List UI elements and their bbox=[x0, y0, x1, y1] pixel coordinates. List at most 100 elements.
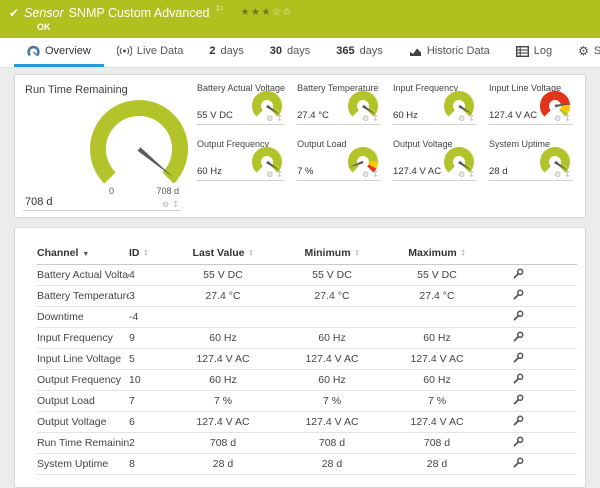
channel-settings-button[interactable] bbox=[483, 454, 553, 475]
star-icon[interactable]: ☆ bbox=[272, 7, 282, 18]
cell-id: 9 bbox=[129, 328, 173, 349]
table-row-output-load: Output Load77 %7 %7 % bbox=[37, 391, 577, 412]
gear-icon[interactable]: ⚙ bbox=[162, 201, 169, 209]
column-header-channel[interactable]: Channel▼ bbox=[37, 244, 129, 265]
cell-channel[interactable]: Output Load bbox=[37, 391, 129, 412]
channel-settings-button[interactable] bbox=[483, 370, 553, 391]
gear-icon[interactable]: ⚙ bbox=[554, 115, 561, 123]
cell-channel[interactable]: Downtime bbox=[37, 307, 129, 328]
gauge-tile-run-time-remaining[interactable]: Run Time Remaining 0 708 d x 708 d ⚙↧ bbox=[23, 81, 181, 211]
gear-icon[interactable]: ⚙ bbox=[362, 115, 369, 123]
channel-settings-button[interactable] bbox=[483, 265, 553, 286]
cell-last-value: 28 d bbox=[173, 454, 273, 475]
gauge-tile-battery-actual-voltage[interactable]: Battery Actual Voltage55 V DC⚙↧ bbox=[197, 81, 285, 125]
tab-live-data[interactable]: Live Data bbox=[104, 38, 196, 67]
gear-icon[interactable]: ⚙ bbox=[554, 171, 561, 179]
gear-icon[interactable]: ⚙ bbox=[362, 171, 369, 179]
tab-label: Overview bbox=[45, 45, 91, 57]
sensor-header: ✔ Sensor SNMP Custom Advanced ⚐ ★★★☆☆ OK bbox=[0, 0, 600, 38]
pin-icon[interactable]: ↧ bbox=[276, 115, 283, 123]
gauge-mini-actions: ⚙↧ bbox=[266, 171, 283, 179]
tab-log[interactable]: Log bbox=[503, 38, 565, 67]
channel-settings-button[interactable] bbox=[483, 349, 553, 370]
cell-filler bbox=[553, 370, 577, 391]
gauge-tile-output-voltage[interactable]: Output Voltage127.4 V AC⚙↧ bbox=[393, 137, 477, 181]
page-title: SNMP Custom Advanced bbox=[69, 6, 210, 20]
sort-icon: ▲▼ bbox=[461, 249, 466, 257]
column-header-id[interactable]: ID▲▼ bbox=[129, 244, 173, 265]
tab-number: 2 bbox=[209, 45, 215, 57]
cell-channel[interactable]: Input Line Voltage bbox=[37, 349, 129, 370]
cell-maximum: 127.4 V AC bbox=[391, 412, 483, 433]
gauge-mini-actions: ⚙↧ bbox=[362, 115, 379, 123]
gear-icon[interactable]: ⚙ bbox=[266, 171, 273, 179]
pin-icon[interactable]: ↧ bbox=[172, 201, 179, 209]
star-icon[interactable]: ☆ bbox=[282, 7, 292, 18]
channel-settings-button[interactable] bbox=[483, 307, 553, 328]
cell-channel[interactable]: Output Voltage bbox=[37, 412, 129, 433]
settings-icon: ⚙ bbox=[578, 45, 589, 57]
gauge-tile-output-load[interactable]: Output Load7 %⚙↧ bbox=[297, 137, 381, 181]
gauge-value: 127.4 V AC bbox=[393, 166, 441, 177]
gauge-tile-input-line-voltage[interactable]: Input Line Voltage127.4 V AC⚙↧ bbox=[489, 81, 573, 125]
gauge-tile-battery-temperature[interactable]: Battery Temperature27.4 °C⚙↧ bbox=[297, 81, 381, 125]
star-icon[interactable]: ★ bbox=[251, 7, 261, 18]
cell-channel[interactable]: Battery Actual Voltage bbox=[37, 265, 129, 286]
cell-channel[interactable]: Input Frequency bbox=[37, 328, 129, 349]
tab-historic-data[interactable]: Historic Data bbox=[396, 38, 503, 67]
cell-maximum: 60 Hz bbox=[391, 370, 483, 391]
cell-minimum: 127.4 V AC bbox=[273, 349, 391, 370]
pin-icon[interactable]: ↧ bbox=[564, 115, 571, 123]
tab-365-days[interactable]: 365days bbox=[323, 38, 396, 67]
pin-icon[interactable]: ↧ bbox=[468, 171, 475, 179]
tab-overview[interactable]: Overview bbox=[14, 38, 104, 67]
star-icon[interactable]: ★ bbox=[262, 7, 272, 18]
column-header-actions bbox=[483, 244, 553, 265]
flag-icon[interactable]: ⚐ bbox=[215, 4, 223, 15]
table-row-run-time-remaining: Run Time Remaining2708 d708 d708 d bbox=[37, 433, 577, 454]
cell-minimum: 55 V DC bbox=[273, 265, 391, 286]
column-header-minimum[interactable]: Minimum▲▼ bbox=[273, 244, 391, 265]
tab-settings[interactable]: ⚙Settings bbox=[565, 38, 600, 67]
gauge-mini-actions: ⚙↧ bbox=[458, 171, 475, 179]
cell-channel[interactable]: System Uptime bbox=[37, 454, 129, 475]
channel-settings-button[interactable] bbox=[483, 286, 553, 307]
gauge-mini-actions: ⚙↧ bbox=[458, 115, 475, 123]
pin-icon[interactable]: ↧ bbox=[372, 115, 379, 123]
pin-icon[interactable]: ↧ bbox=[564, 171, 571, 179]
cell-last-value: 127.4 V AC bbox=[173, 412, 273, 433]
channel-settings-button[interactable] bbox=[483, 412, 553, 433]
cell-maximum bbox=[391, 307, 483, 328]
gauge-tile-output-frequency[interactable]: Output Frequency60 Hz⚙↧ bbox=[197, 137, 285, 181]
cell-channel[interactable]: Output Frequency bbox=[37, 370, 129, 391]
pin-icon[interactable]: ↧ bbox=[372, 171, 379, 179]
gauge-mini-actions: ⚙↧ bbox=[554, 171, 571, 179]
cell-last-value: 27.4 °C bbox=[173, 286, 273, 307]
gauge-value: 27.4 °C bbox=[297, 110, 329, 121]
chart-icon bbox=[409, 46, 422, 57]
object-kind-label: Sensor bbox=[24, 6, 64, 20]
gauge-tile-input-frequency[interactable]: Input Frequency60 Hz⚙↧ bbox=[393, 81, 477, 125]
gauge-value: 60 Hz bbox=[197, 166, 222, 177]
pin-icon[interactable]: ↧ bbox=[468, 115, 475, 123]
tab-2-days[interactable]: 2days bbox=[196, 38, 256, 67]
gear-icon[interactable]: ⚙ bbox=[458, 115, 465, 123]
cell-last-value: 7 % bbox=[173, 391, 273, 412]
star-icon[interactable]: ★ bbox=[241, 7, 251, 18]
cell-channel[interactable]: Battery Temperature bbox=[37, 286, 129, 307]
gear-icon[interactable]: ⚙ bbox=[458, 171, 465, 179]
gear-icon[interactable]: ⚙ bbox=[266, 115, 273, 123]
pin-icon[interactable]: ↧ bbox=[276, 171, 283, 179]
tab-label: days bbox=[287, 45, 310, 57]
priority-stars[interactable]: ★★★☆☆ bbox=[241, 8, 293, 18]
cell-channel[interactable]: Run Time Remaining bbox=[37, 433, 129, 454]
gauge-tile-system-uptime[interactable]: System Uptime28 d⚙↧ bbox=[489, 137, 573, 181]
channel-settings-button[interactable] bbox=[483, 433, 553, 454]
cell-filler bbox=[553, 391, 577, 412]
column-header-last-value[interactable]: Last Value▲▼ bbox=[173, 244, 273, 265]
channel-settings-button[interactable] bbox=[483, 328, 553, 349]
tab-30-days[interactable]: 30days bbox=[257, 38, 324, 67]
cell-filler bbox=[553, 307, 577, 328]
column-header-maximum[interactable]: Maximum▲▼ bbox=[391, 244, 483, 265]
channel-settings-button[interactable] bbox=[483, 391, 553, 412]
